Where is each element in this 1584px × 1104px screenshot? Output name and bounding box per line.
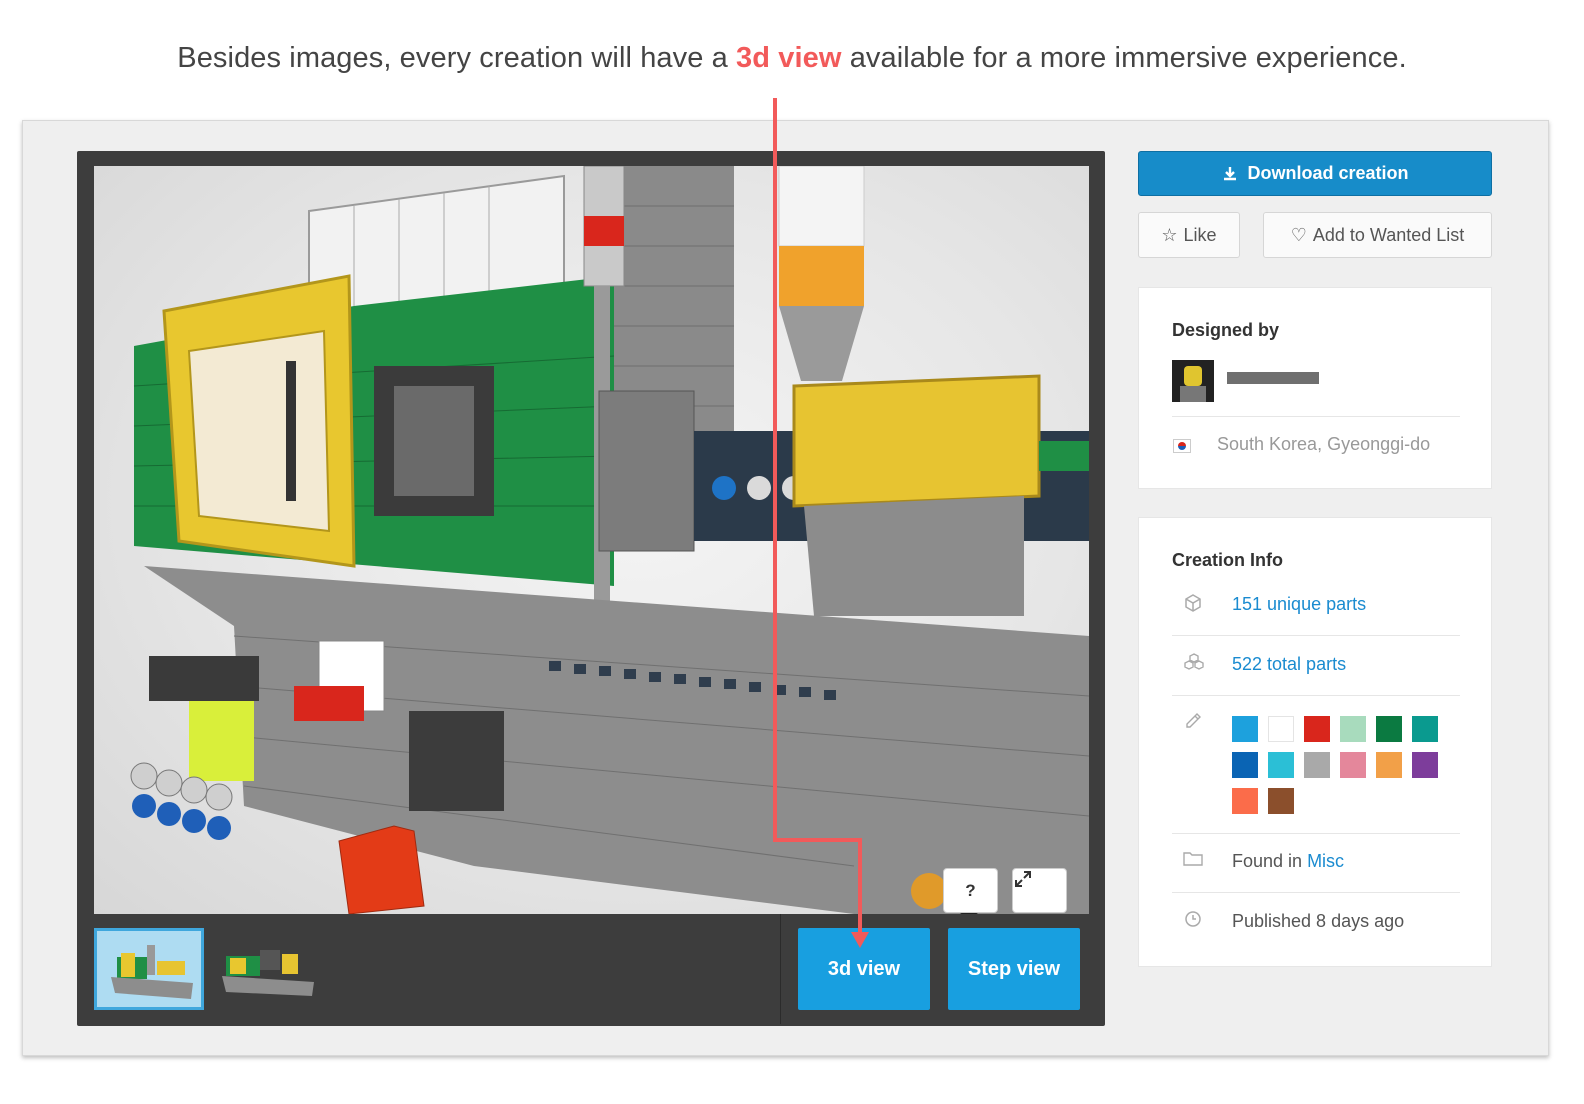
separator <box>1172 416 1460 417</box>
color-swatch[interactable] <box>1232 752 1258 778</box>
color-swatch[interactable] <box>1304 716 1330 742</box>
caption-text-after: available for a more immersive experienc… <box>841 42 1407 74</box>
south-korea-flag-icon <box>1173 439 1191 453</box>
expand-icon <box>1015 871 1031 887</box>
thumbbar-divider <box>780 914 781 1024</box>
color-swatch[interactable] <box>1340 752 1366 778</box>
total-parts-link[interactable]: 522 total parts <box>1232 654 1346 675</box>
found-in-text: Found in Misc <box>1232 851 1344 872</box>
designer-avatar[interactable] <box>1172 360 1214 402</box>
lego-model-illustration <box>130 166 1089 914</box>
separator <box>1172 833 1460 834</box>
thumbnail-2-image <box>222 950 314 996</box>
color-swatch[interactable] <box>1376 752 1402 778</box>
eyedropper-icon <box>1183 712 1203 732</box>
category-link[interactable]: Misc <box>1307 851 1344 871</box>
step-view-button[interactable]: Step view <box>948 928 1080 1010</box>
annotation-arrow-line <box>773 838 862 842</box>
separator <box>1172 635 1460 636</box>
help-label: ? <box>965 880 976 900</box>
add-to-wanted-list-button[interactable]: ♡ Add to Wanted List <box>1263 212 1492 258</box>
annotation-caption: Besides images, every creation will have… <box>0 42 1584 75</box>
unique-parts-link[interactable]: 151 unique parts <box>1232 594 1366 615</box>
step-view-label: Step view <box>967 957 1061 980</box>
thumbnail-bar: 3d view Step view <box>94 914 1089 1024</box>
download-icon <box>1224 166 1237 180</box>
annotation-arrow-line <box>858 838 862 938</box>
creation-info-heading: Creation Info <box>1172 550 1283 570</box>
color-swatch[interactable] <box>1376 716 1402 742</box>
download-creation-button[interactable]: Download creation <box>1138 151 1492 196</box>
annotation-arrow-line <box>773 98 777 842</box>
download-label: Download creation <box>1247 163 1409 183</box>
annotation-arrow-head <box>851 932 869 948</box>
thumbnail-2[interactable] <box>216 928 326 1010</box>
color-swatch[interactable] <box>1304 752 1330 778</box>
color-swatch[interactable] <box>1412 716 1438 742</box>
creation-viewer: ? 3d view Step view <box>77 151 1105 1026</box>
separator <box>1172 892 1460 893</box>
heart-icon: ♡ <box>1290 224 1307 245</box>
designer-card: Designed by South Korea, Gyeonggi-do <box>1138 287 1492 489</box>
star-icon: ☆ <box>1161 224 1178 245</box>
published-date: Published 8 days ago <box>1232 911 1405 931</box>
color-swatch[interactable] <box>1340 716 1366 742</box>
creation-info-card: Creation Info 151 unique parts 522 total… <box>1138 517 1492 967</box>
color-swatch[interactable] <box>1232 788 1258 814</box>
color-swatch[interactable] <box>1268 788 1294 814</box>
designer-location: South Korea, Gyeonggi-do <box>1217 434 1431 454</box>
separator <box>1172 695 1460 696</box>
designer-name-redacted[interactable] <box>1227 372 1319 384</box>
cube-icon <box>1183 594 1203 614</box>
like-button[interactable]: ☆ Like <box>1138 212 1240 258</box>
caption-highlight: 3d view <box>736 42 842 74</box>
color-swatch[interactable] <box>1232 716 1258 742</box>
thumbnail-1[interactable] <box>94 928 204 1010</box>
model-viewport[interactable]: ? <box>94 166 1089 914</box>
color-swatch[interactable] <box>1268 752 1294 778</box>
3d-view-label: 3d view <box>827 957 901 980</box>
like-label: Like <box>1183 224 1217 245</box>
fullscreen-button[interactable] <box>1012 868 1067 913</box>
folder-icon <box>1183 850 1203 870</box>
cubes-icon <box>1183 653 1204 673</box>
caption-text-before: Besides images, every creation will have… <box>177 42 737 74</box>
wanted-label: Add to Wanted List <box>1312 224 1465 245</box>
color-swatch[interactable] <box>1412 752 1438 778</box>
help-button[interactable]: ? <box>943 868 998 913</box>
thumbnail-1-image <box>111 945 193 999</box>
color-swatch[interactable] <box>1268 716 1294 742</box>
clock-icon <box>1183 910 1203 930</box>
designed-by-heading: Designed by <box>1172 320 1280 340</box>
found-in-label: Found in <box>1232 851 1308 871</box>
